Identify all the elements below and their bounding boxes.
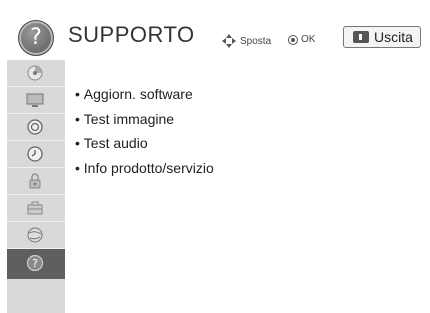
sidebar: ? <box>7 60 65 313</box>
sidebar-item-support[interactable]: ? <box>7 249 65 279</box>
sidebar-item-time[interactable] <box>7 141 65 168</box>
help-glyph: ? <box>30 25 42 50</box>
globe-icon <box>27 227 43 243</box>
ok-hint: OK <box>288 34 315 45</box>
menu-item-picture-test[interactable]: Test immagine <box>75 107 214 132</box>
support-menu-screen: ? SUPPORTO Sposta OK Uscita ? • Aggiorn.… <box>0 0 430 313</box>
sidebar-item-screen[interactable] <box>7 87 65 114</box>
header: ? SUPPORTO Sposta OK Uscita <box>0 14 430 60</box>
monitor-icon <box>26 93 44 107</box>
help-icon: ? <box>26 255 44 271</box>
exit-label: Uscita <box>374 29 413 45</box>
sidebar-item-network[interactable] <box>7 222 65 249</box>
exit-key-icon <box>353 31 369 43</box>
menu-item-audio-test[interactable]: Test audio <box>75 131 214 156</box>
sidebar-item-lock[interactable] <box>7 168 65 195</box>
support-menu-list: Aggiorn. software Test immagine Test aud… <box>75 82 214 180</box>
main-content: Aggiorn. software Test immagine Test aud… <box>65 60 430 313</box>
menu-item-software-update[interactable]: Aggiorn. software <box>75 82 214 107</box>
speaker-icon <box>27 119 43 135</box>
lock-icon <box>29 173 41 189</box>
sidebar-item-option[interactable] <box>7 195 65 222</box>
exit-button[interactable]: Uscita <box>343 26 421 48</box>
move-hint-label: Sposta <box>240 35 272 47</box>
page-title: SUPPORTO <box>68 22 195 47</box>
help-icon: ? <box>18 20 54 56</box>
ok-button-icon <box>288 34 298 45</box>
sidebar-item-audio[interactable] <box>7 114 65 141</box>
arrows-icon <box>222 34 236 48</box>
ok-hint-label: OK <box>301 34 316 45</box>
move-hint: Sposta <box>222 34 271 48</box>
disc-icon <box>27 65 43 81</box>
clock-icon <box>27 146 43 162</box>
menu-item-product-info[interactable]: Info prodotto/servizio <box>75 156 214 181</box>
toolbox-icon <box>27 201 43 215</box>
help-glyph: ? <box>32 257 38 270</box>
sidebar-item-picture[interactable] <box>7 60 65 87</box>
